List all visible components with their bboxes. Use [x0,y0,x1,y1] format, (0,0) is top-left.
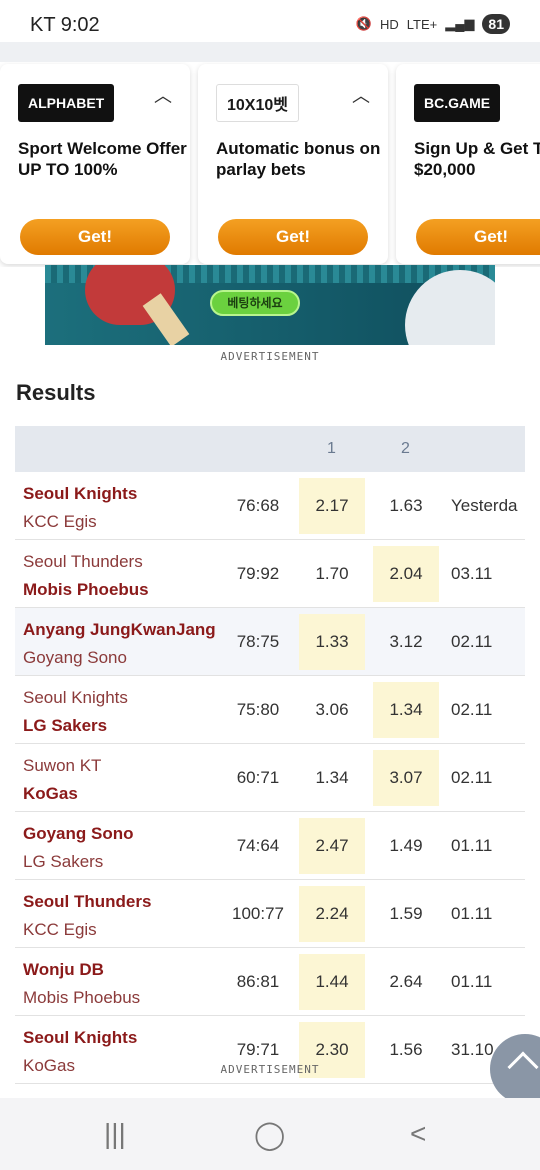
ad-cta-button[interactable]: 베팅하세요 [210,290,300,316]
table-row[interactable]: Suwon KT KoGas 60:71 1.34 3.07 02.11 [15,744,525,812]
hd-icon: HD [379,16,399,32]
odd-2: 1.49 [389,836,423,855]
table-row[interactable]: Seoul Thunders KCC Egis 100:77 2.24 1.59 01.1… [15,880,525,948]
odd-2: 1.63 [389,496,423,515]
chevron-up-icon[interactable]: ︿ [352,82,370,108]
match-date: 01.11 [451,836,493,855]
status-time: KT 9:02 [30,14,100,36]
match-date: Yesterda [451,496,518,515]
mute-icon: 🔇 [355,16,372,31]
offer-logo: ALPHABET [18,84,115,122]
column-header-2: 2 [401,440,410,457]
back-button[interactable]: < [410,1118,426,1150]
battery-icon: 81 [482,14,510,34]
offer-card[interactable]: 10X10벳 ︿ Automatic bonus on parlay bets … [198,64,388,264]
score: 100:77 [232,904,284,923]
offers-carousel[interactable]: ALPHABET ︿ Sport Welcome Offer UP TO 100… [0,62,540,267]
score: 86:81 [236,972,280,991]
recents-button[interactable]: ||| [104,1118,126,1150]
status-icons: 🔇 HD LTE+ ▂▄▆ 81 [356,14,510,34]
team-away[interactable]: KCC Egis [23,512,97,532]
get-offer-button[interactable]: Get! [416,219,540,255]
match-date: 02.11 [451,632,493,651]
team-home[interactable]: Wonju DB [23,960,104,980]
get-offer-button[interactable]: Get! [20,219,170,255]
team-home[interactable]: Suwon KT [23,756,101,776]
get-offer-button[interactable]: Get! [218,219,368,255]
score: 78:75 [236,632,280,651]
nav-bar: ||| ◯ < [0,1098,540,1170]
match-date: 02.11 [451,768,493,787]
table-row[interactable]: Seoul Knights LG Sakers 75:80 3.06 1.34 02.11 [15,676,525,744]
match-date: 01.11 [451,972,493,991]
odd-1: 1.34 [315,768,349,787]
table-header: 1 2 [15,426,525,472]
score: 60:71 [236,768,280,787]
chevron-up-icon [507,1051,539,1083]
table-row[interactable]: Seoul Knights KCC Egis 76:68 2.17 1.63 Yester… [15,472,525,540]
offer-logo: BC.GAME [414,84,501,122]
team-home[interactable]: Anyang JungKwanJang [23,620,216,640]
signal-icon: ▂▄▆ [445,16,475,31]
offer-logo: 10X10벳 [216,84,299,122]
network-label: LTE+ [406,16,438,32]
home-button[interactable]: ◯ [254,1118,285,1151]
offer-card[interactable]: ALPHABET ︿ Sport Welcome Offer UP TO 100… [0,64,190,264]
odd-1: 2.24 [299,886,365,942]
odd-1: 1.33 [299,614,365,670]
ad-banner[interactable]: 베팅하세요 [45,265,495,345]
ad-label: ADVERTISEMENT [220,350,320,363]
team-away[interactable]: KoGas [23,784,78,804]
odd-2: 3.12 [389,632,423,651]
odd-1: 1.70 [315,564,349,583]
score: 79:71 [236,1040,280,1059]
team-home[interactable]: Goyang Sono [23,824,134,844]
gray-band [0,42,540,62]
match-date: 01.11 [451,904,493,923]
results-title: Results [16,380,96,405]
odd-2: 3.07 [373,750,439,806]
team-away[interactable]: LG Sakers [23,716,107,736]
column-header-1: 1 [327,440,336,457]
table-row[interactable]: Seoul Thunders Mobis Phoebus 79:92 1.70 2.04… [15,540,525,608]
odd-2: 2.04 [373,546,439,602]
team-away[interactable]: Mobis Phoebus [23,580,149,600]
table-row[interactable]: Goyang Sono LG Sakers 74:64 2.47 1.49 01.11 [15,812,525,880]
team-home[interactable]: Seoul Thunders [23,552,143,572]
table-row[interactable]: Wonju DB Mobis Phoebus 86:81 1.44 2.64 01.11 [15,948,525,1016]
odd-2: 1.34 [373,682,439,738]
ad-label-bottom: ADVERTISEMENT [220,1063,320,1076]
team-away[interactable]: LG Sakers [23,852,103,872]
team-away[interactable]: KCC Egis [23,920,97,940]
results-table: 1 2 Seoul Knights KCC Egis 76:68 2.17 1.63 Ye… [15,426,525,1084]
odd-1: 1.44 [299,954,365,1010]
offer-text: Sign Up & Get TO $20,000 [414,139,540,179]
offer-card[interactable]: BC.GAME Sign Up & Get TO $20,000 Get! [396,64,540,264]
table-row[interactable]: Anyang JungKwanJang Goyang Sono 78:75 1.33 3… [15,608,525,676]
odd-1: 2.47 [299,818,365,874]
score: 79:92 [236,564,280,583]
team-away[interactable]: Mobis Phoebus [23,988,140,1008]
match-date: 02.11 [451,700,493,719]
score: 74:64 [236,836,280,855]
offer-text: Sport Welcome Offer UP TO 100% [18,139,187,179]
team-home[interactable]: Seoul Knights [23,1028,137,1048]
match-date: 31.10 [451,1040,494,1059]
odd-1: 2.17 [299,478,365,534]
team-away[interactable]: Goyang Sono [23,648,127,668]
score: 75:80 [236,700,280,719]
team-home[interactable]: Seoul Knights [23,688,128,708]
offer-text: Automatic bonus on parlay bets [216,139,381,179]
chevron-up-icon[interactable]: ︿ [154,82,172,108]
match-date: 03.11 [451,564,493,583]
odd-1: 3.06 [315,700,349,719]
odd-2: 1.59 [389,904,423,923]
team-home[interactable]: Seoul Knights [23,484,137,504]
team-home[interactable]: Seoul Thunders [23,892,151,912]
odd-2: 2.64 [389,972,423,991]
score: 76:68 [236,496,280,515]
